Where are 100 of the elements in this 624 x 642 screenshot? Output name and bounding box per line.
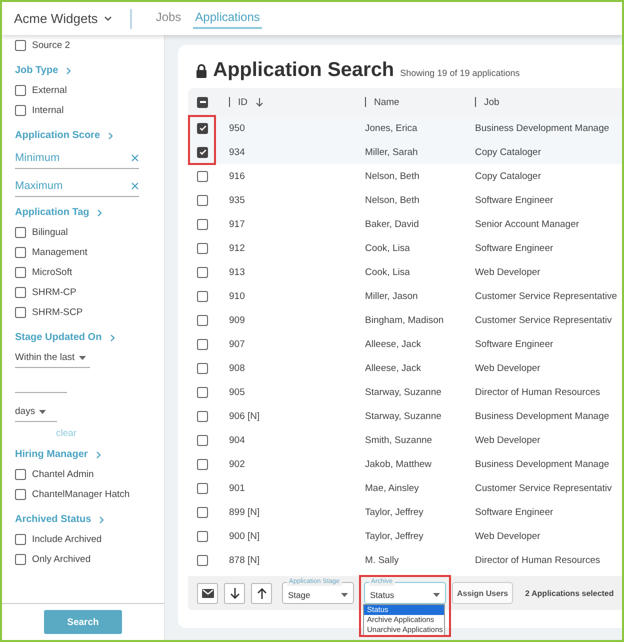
table-cell-text: Web Developer xyxy=(475,362,542,374)
table-cell-text: Nelson, Beth xyxy=(365,170,420,182)
checkbox[interactable] xyxy=(15,468,26,480)
table-cell-text: Business Development Manage xyxy=(475,458,610,470)
checkbox-label: Source 2 xyxy=(32,40,70,50)
table-cell-text: Starway, Suzanne xyxy=(365,386,442,398)
table-cell-text: Cook, Lisa xyxy=(365,242,411,254)
column-header[interactable]: Job xyxy=(484,96,500,108)
row-checkbox[interactable] xyxy=(197,506,208,518)
checkbox-label: SHRM-CP xyxy=(32,286,76,298)
move-up-button[interactable] xyxy=(251,582,272,604)
checkbox[interactable] xyxy=(15,534,26,544)
row-checkbox[interactable] xyxy=(197,530,208,542)
table-cell-text: Alleese, Jack xyxy=(365,338,422,350)
table-cell-text: Miller, Jason xyxy=(365,290,419,302)
table-cell-text: Cook, Lisa xyxy=(365,266,411,278)
table-cell-text: 935 xyxy=(229,194,246,206)
row-checkbox[interactable] xyxy=(197,242,208,254)
table-cell-text: Business Development Manage xyxy=(475,122,610,134)
table-cell-text: 912 xyxy=(229,242,246,254)
table-cell-text: Software Engineer xyxy=(475,194,554,206)
row-checkbox[interactable] xyxy=(197,482,208,494)
checkbox[interactable] xyxy=(15,488,26,500)
close-icon[interactable] xyxy=(131,154,139,162)
row-checkbox[interactable] xyxy=(197,194,208,206)
envelope-icon xyxy=(202,588,214,598)
checkbox-label: External xyxy=(32,84,67,96)
table-cell-text: 902 xyxy=(229,458,246,470)
input-field[interactable]: Maximum xyxy=(15,180,115,192)
checkbox[interactable] xyxy=(15,266,26,278)
table-cell-text: 913 xyxy=(229,266,246,278)
row-checkbox[interactable] xyxy=(197,338,208,350)
table-cell-text: Alleese, Jack xyxy=(365,362,422,374)
row-checkbox[interactable] xyxy=(197,314,208,326)
table-cell-text: Bingham, Madison xyxy=(365,314,445,326)
row-checkbox[interactable] xyxy=(197,458,208,470)
close-icon[interactable] xyxy=(131,182,139,190)
row-checkbox[interactable] xyxy=(197,146,208,158)
row-checkbox[interactable] xyxy=(197,554,208,566)
table-cell-text: 900 [N] xyxy=(229,530,261,542)
checkbox[interactable] xyxy=(15,246,26,258)
table-cell-text: 916 xyxy=(229,170,246,182)
column-header[interactable]: Name xyxy=(374,96,400,108)
arrow-up-icon xyxy=(256,588,266,598)
table-cell-text: Customer Service Representativ xyxy=(475,482,613,494)
table-cell-text: Baker, David xyxy=(365,218,420,230)
assign-users-button[interactable]: Assign Users xyxy=(452,582,514,604)
row-checkbox[interactable] xyxy=(197,410,208,422)
table-cell-text: Taylor, Jeffrey xyxy=(365,506,424,518)
check-icon xyxy=(198,148,206,156)
row-checkbox[interactable] xyxy=(197,170,208,182)
nav-tab[interactable]: Jobs xyxy=(154,8,184,29)
checkbox[interactable] xyxy=(15,226,26,238)
table-cell-text: Web Developer xyxy=(475,266,542,278)
select-all-checkbox[interactable] xyxy=(197,96,208,108)
row-checkbox[interactable] xyxy=(197,386,208,398)
table-cell-text: Jones, Erica xyxy=(365,122,418,134)
row-checkbox[interactable] xyxy=(197,218,208,230)
dropdown[interactable]: days xyxy=(15,402,57,422)
chevron-right-icon xyxy=(99,516,104,524)
row-checkbox[interactable] xyxy=(197,290,208,302)
table-cell-text: 950 xyxy=(229,122,246,134)
table-cell-text: Customer Service Representative xyxy=(475,290,618,302)
row-checkbox[interactable] xyxy=(197,122,208,134)
table-cell-text: 904 xyxy=(229,434,246,446)
column-header[interactable]: ID xyxy=(238,96,248,108)
checkbox[interactable] xyxy=(15,40,26,50)
checkbox[interactable] xyxy=(15,84,26,96)
move-down-button[interactable] xyxy=(224,582,245,604)
caret-icon xyxy=(433,592,440,596)
email-button[interactable] xyxy=(197,582,218,604)
arrow-down-icon[interactable] xyxy=(256,98,262,106)
table-cell-text: 917 xyxy=(229,218,246,230)
table-cell-text: 909 xyxy=(229,314,246,326)
row-checkbox[interactable] xyxy=(197,362,208,374)
checkbox[interactable] xyxy=(15,306,26,318)
checkbox[interactable] xyxy=(15,554,26,564)
table-cell-text: Director of Human Resources xyxy=(475,386,602,398)
table-cell-text: Taylor, Jeffrey xyxy=(365,530,424,542)
table-cell-text: Mae, Ainsley xyxy=(365,482,420,494)
chevron-right-icon xyxy=(110,334,115,342)
table-cell-text: Copy Cataloger xyxy=(475,146,542,158)
company-switcher[interactable]: Acme Widgets xyxy=(14,11,112,26)
row-checkbox[interactable] xyxy=(197,434,208,446)
lock-icon xyxy=(196,64,207,78)
caret-icon xyxy=(341,592,348,596)
table-cell-text: 934 xyxy=(229,146,246,158)
chevron-right-icon xyxy=(108,132,114,140)
arrow-down-icon xyxy=(230,588,240,598)
checkbox[interactable] xyxy=(15,104,26,116)
checkbox[interactable] xyxy=(15,286,26,298)
selection-count: 2 Applications selected xyxy=(525,588,614,598)
input-field[interactable]: Minimum xyxy=(15,152,115,164)
table-cell-text: Starway, Suzanne xyxy=(365,410,442,422)
table-cell-text: Smith, Suzanne xyxy=(365,434,434,446)
table-cell-text: Nelson, Beth xyxy=(365,194,420,206)
highlight-frame xyxy=(188,115,216,165)
table-cell-text: Business Development Manage xyxy=(475,410,610,422)
row-checkbox[interactable] xyxy=(197,266,208,278)
dropdown[interactable]: Within the last xyxy=(15,348,90,368)
